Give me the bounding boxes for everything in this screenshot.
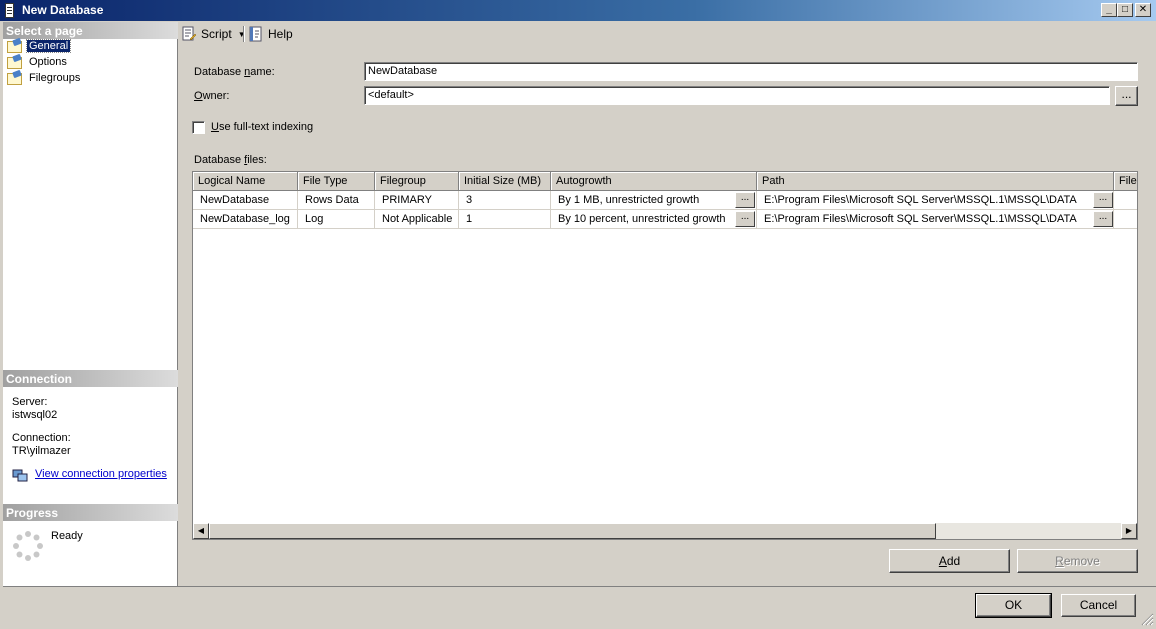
cell-file[interactable] bbox=[1114, 210, 1137, 229]
progress-header: Progress bbox=[3, 504, 178, 521]
divider bbox=[178, 586, 1156, 587]
database-files-grid[interactable]: Logical Name File Type Filegroup Initial… bbox=[192, 171, 1138, 540]
cell-initial-size[interactable]: 1 bbox=[459, 210, 551, 229]
progress-status: Ready bbox=[51, 530, 83, 542]
page-icon bbox=[7, 41, 22, 53]
help-icon bbox=[248, 26, 264, 42]
scroll-left-icon[interactable]: ◀ bbox=[193, 523, 209, 539]
cell-autogrowth[interactable]: By 1 MB, unrestricted growth bbox=[551, 191, 757, 210]
fulltext-indexing-label: Use full-text indexing bbox=[211, 121, 314, 133]
add-button[interactable]: Add bbox=[889, 549, 1010, 573]
cell-file-type[interactable]: Rows Data bbox=[298, 191, 375, 210]
ok-button[interactable]: OK bbox=[975, 593, 1052, 618]
fulltext-indexing-checkbox[interactable] bbox=[192, 121, 205, 134]
column-header-file-type[interactable]: File Type bbox=[298, 172, 375, 191]
page-item-label: General bbox=[25, 39, 72, 53]
cell-filegroup[interactable]: Not Applicable bbox=[375, 210, 459, 229]
server-value: istwsql02 bbox=[12, 409, 58, 421]
database-name-input[interactable]: NewDatabase bbox=[364, 62, 1138, 81]
cell-initial-size[interactable]: 3 bbox=[459, 191, 551, 210]
server-label: Server: bbox=[12, 396, 48, 408]
script-icon bbox=[181, 26, 197, 42]
help-button[interactable]: Help bbox=[248, 25, 293, 43]
progress-spinner-icon bbox=[12, 530, 44, 562]
column-header-autogrowth[interactable]: Autogrowth bbox=[551, 172, 757, 191]
column-header-logical-name[interactable]: Logical Name bbox=[193, 172, 298, 191]
page-icon bbox=[7, 73, 22, 85]
database-files-label: Database files: bbox=[194, 154, 267, 166]
cell-path[interactable]: E:\Program Files\Microsoft SQL Server\MS… bbox=[757, 210, 1114, 229]
scroll-right-icon[interactable]: ▶ bbox=[1121, 523, 1137, 539]
select-page-header: Select a page bbox=[3, 22, 178, 39]
view-connection-properties-link[interactable]: View connection properties bbox=[35, 468, 167, 480]
column-header-file[interactable]: File bbox=[1114, 172, 1137, 191]
page-item-label: Filegroups bbox=[29, 72, 81, 84]
separator bbox=[243, 25, 244, 43]
page-icon bbox=[7, 57, 22, 69]
connection-value: TR\yilmazer bbox=[12, 445, 71, 457]
cell-file[interactable] bbox=[1114, 191, 1137, 210]
cell-filegroup[interactable]: PRIMARY bbox=[375, 191, 459, 210]
remove-button[interactable]: Remove bbox=[1017, 549, 1138, 573]
column-header-path[interactable]: Path bbox=[757, 172, 1114, 191]
path-browse-button[interactable]: ... bbox=[1093, 211, 1113, 227]
cell-file-type[interactable]: Log bbox=[298, 210, 375, 229]
page-item-label: Options bbox=[29, 56, 67, 68]
resize-grip-icon[interactable] bbox=[1140, 612, 1154, 626]
cell-logical-name[interactable]: NewDatabase bbox=[193, 191, 298, 210]
connection-header: Connection bbox=[3, 370, 178, 387]
cell-autogrowth[interactable]: By 10 percent, unrestricted growth bbox=[551, 210, 757, 229]
window-title: New Database bbox=[22, 3, 104, 17]
left-panel: Select a page General Options Filegroups… bbox=[3, 22, 178, 587]
autogrowth-browse-button[interactable]: ... bbox=[735, 192, 755, 208]
cell-path[interactable]: E:\Program Files\Microsoft SQL Server\MS… bbox=[757, 191, 1114, 210]
path-browse-button[interactable]: ... bbox=[1093, 192, 1113, 208]
column-header-initial-size[interactable]: Initial Size (MB) bbox=[459, 172, 551, 191]
cell-logical-name[interactable]: NewDatabase_log bbox=[193, 210, 298, 229]
title-bar[interactable]: New Database _ □ ✕ bbox=[0, 0, 1156, 21]
script-label: Script bbox=[201, 27, 232, 41]
maximize-button[interactable]: □ bbox=[1117, 3, 1133, 17]
database-name-label: Database name: bbox=[194, 66, 275, 78]
chevron-down-icon[interactable]: ▼ bbox=[238, 30, 246, 39]
owner-label: Owner: bbox=[194, 90, 230, 102]
close-button[interactable]: ✕ bbox=[1135, 3, 1151, 17]
connection-properties-icon bbox=[12, 469, 28, 482]
horizontal-scrollbar[interactable]: ◀ ▶ bbox=[193, 523, 1137, 539]
cancel-button[interactable]: Cancel bbox=[1061, 594, 1136, 617]
help-label: Help bbox=[268, 27, 293, 41]
database-icon bbox=[5, 3, 14, 18]
owner-browse-button[interactable]: ... bbox=[1115, 86, 1138, 106]
script-button[interactable]: Script ▼ bbox=[181, 25, 246, 43]
connection-label: Connection: bbox=[12, 432, 71, 444]
autogrowth-browse-button[interactable]: ... bbox=[735, 211, 755, 227]
scroll-thumb[interactable] bbox=[209, 523, 936, 539]
divider bbox=[3, 586, 179, 587]
minimize-button[interactable]: _ bbox=[1101, 3, 1117, 17]
column-header-filegroup[interactable]: Filegroup bbox=[375, 172, 459, 191]
owner-input[interactable]: <default> bbox=[364, 86, 1110, 105]
toolbar: Script ▼ Help bbox=[179, 22, 1156, 46]
